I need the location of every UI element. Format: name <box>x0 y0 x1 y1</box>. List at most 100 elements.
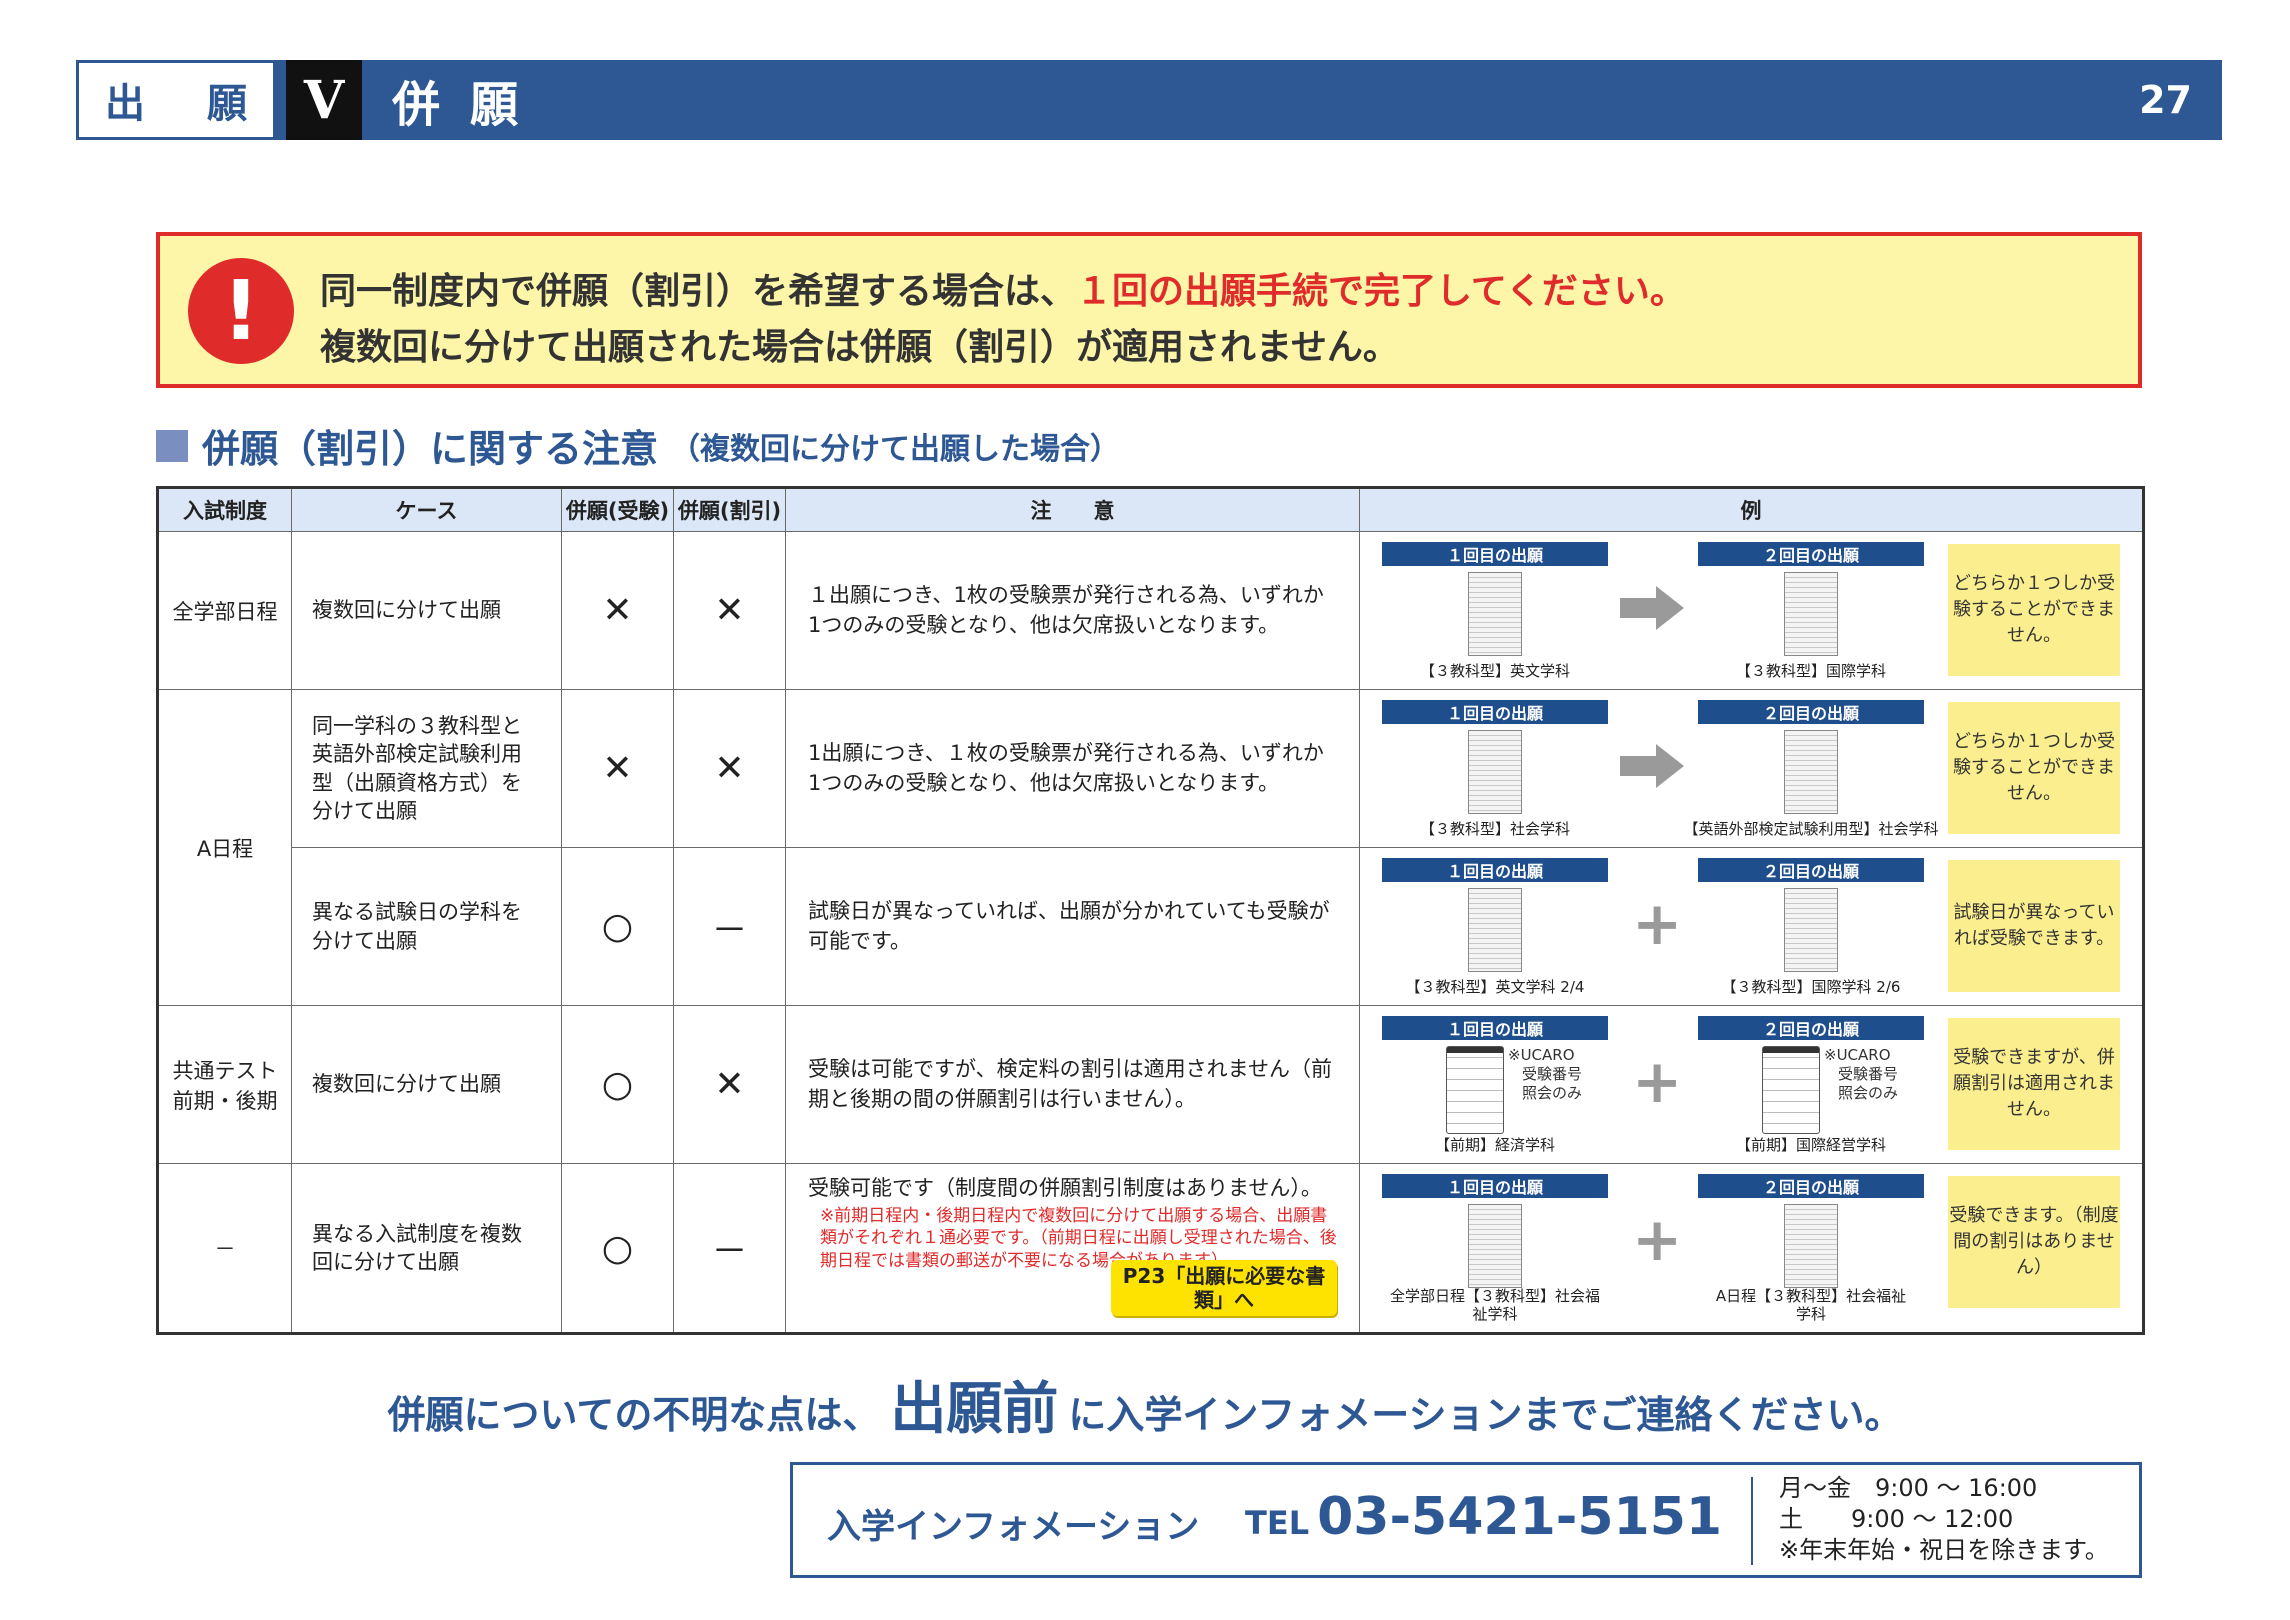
cell-system: A日程 <box>157 689 292 1006</box>
warning-line-1: 同一制度内で併願（割引）を希望する場合は、１回の出願手続で完了してください。 <box>320 262 1686 314</box>
header-discount: 併願(割引) <box>673 487 786 532</box>
warning-box: ! 同一制度内で併願（割引）を希望する場合は、１回の出願手続で完了してください。… <box>156 232 2142 388</box>
ucaro-line: 照会のみ <box>1838 1083 1899 1102</box>
cell-note: １出願につき、1枚の受験票が発行される為、いずれか1つのみの受験となり、他は欠席… <box>785 531 1360 690</box>
contact-box: 入学インフォメーション TEL 03-5421-5151 月～金 9:00 ～ 1… <box>790 1462 2142 1578</box>
plus-icon: + <box>1632 1205 1683 1275</box>
cell-example: １回目の出願 ※UCARO 受験番号 照会のみ 【前期】経済学科 + ２回目の出… <box>1359 1005 2144 1164</box>
phone-screen-icon <box>1762 1046 1820 1134</box>
first-application-tag: １回目の出願 <box>1382 858 1608 882</box>
document-icon <box>1784 730 1838 814</box>
tel-label: TEL <box>1245 1504 1310 1542</box>
cell-discount-mark: － <box>673 1163 786 1334</box>
footer-text-b: に入学インフォメーションまでご連絡ください。 <box>1068 1393 1903 1437</box>
first-application-tag: １回目の出願 <box>1382 542 1608 566</box>
cell-example: １回目の出願 【３教科型】英文学科 2/4 + ２回目の出願 【３教科型】国際学… <box>1359 847 2144 1006</box>
cell-exam-mark: ✕ <box>561 531 674 690</box>
warning-line-2: 複数回に分けて出願された場合は併願（割引）が適用されません。 <box>320 327 1399 368</box>
section-title: 併願（割引）に関する注意 <box>202 427 659 471</box>
second-application-tag: ２回目の出願 <box>1698 542 1924 566</box>
second-application-tag: ２回目の出願 <box>1698 1174 1924 1198</box>
caption-first: 【３教科型】英文学科 2/4 <box>1405 978 1585 997</box>
cell-discount-mark: ✕ <box>673 531 786 690</box>
footer-text-a: 併願についての不明な点は、 <box>387 1393 881 1437</box>
caption-first: 【前期】経済学科 <box>1434 1136 1555 1155</box>
cell-note: 受験は可能ですが、検定料の割引は適用されません（前期と後期の間の併願割引は行いま… <box>785 1005 1360 1164</box>
document-icon <box>1784 572 1838 656</box>
header-note: 注 意 <box>785 487 1360 532</box>
cell-example: １回目の出願 【３教科型】英文学科 ２回目の出願 【３教科型】国際学科 どちらか… <box>1359 531 2144 690</box>
warning-text-red: １回の出願手続で完了してください。 <box>1076 271 1686 312</box>
caption-first: 全学部日程【３教科型】社会福祉学科 <box>1390 1286 1601 1324</box>
arrow-right-icon <box>1620 744 1684 788</box>
table-row: A日程 同一学科の３教科型と英語外部検定試験利用型（出願資格方式）を分けて出願 … <box>157 689 2144 1006</box>
caption-first: 【３教科型】英文学科 <box>1419 662 1570 681</box>
document-icon <box>1468 572 1522 656</box>
table-row: － 異なる入試制度を複数回に分けて出願 ○ － 受験可能です（制度間の併願割引制… <box>157 1163 2144 1334</box>
cell-case: 複数回に分けて出願 <box>291 1005 562 1164</box>
page-23-link[interactable]: P23「出願に必要な書類」へ <box>1111 1260 1337 1316</box>
sticky-note: 試験日が異なっていれば受験できます。 <box>1948 860 2120 992</box>
header-system: 入試制度 <box>157 487 292 532</box>
hours-saturday: 土 9:00 ～ 12:00 <box>1779 1505 2014 1534</box>
cell-case: 異なる試験日の学科を分けて出願 <box>291 847 562 1006</box>
cell-discount-mark: ✕ <box>673 689 786 848</box>
hours-note: ※年末年始・祝日を除きます。 <box>1779 1536 2109 1565</box>
caption-second: 【３教科型】国際学科 <box>1735 662 1886 681</box>
cell-case: 同一学科の３教科型と英語外部検定試験利用型（出願資格方式）を分けて出願 <box>291 689 562 848</box>
document-icon <box>1468 1204 1522 1288</box>
contact-name: 入学インフォメーション <box>827 1507 1200 1547</box>
second-application-tag: ２回目の出願 <box>1698 1016 1924 1040</box>
table-row: 全学部日程 複数回に分けて出願 ✕ ✕ １出願につき、1枚の受験票が発行される為… <box>157 531 2144 690</box>
hours-weekday: 月～金 9:00 ～ 16:00 <box>1779 1474 2038 1502</box>
cell-discount-mark: ✕ <box>673 1005 786 1164</box>
caption-first: 【３教科型】社会学科 <box>1419 820 1570 839</box>
contact-tel[interactable]: TEL 03-5421-5151 <box>1245 1487 1722 1547</box>
cell-case: 複数回に分けて出願 <box>291 531 562 690</box>
cell-case: 異なる入試制度を複数回に分けて出願 <box>291 1163 562 1334</box>
sticky-note: どちらか１つしか受験することができません。 <box>1948 544 2120 676</box>
tel-number[interactable]: 03-5421-5151 <box>1317 1487 1722 1547</box>
divider <box>1751 1477 1753 1565</box>
cell-system: 全学部日程 <box>157 531 292 690</box>
cell-example: １回目の出願 全学部日程【３教科型】社会福祉学科 + ２回目の出願 A日程【３教… <box>1359 1163 2144 1334</box>
header-exam: 併願(受験) <box>561 487 674 532</box>
ucaro-line: ※UCARO <box>1824 1046 1891 1064</box>
page-title: 併願 <box>392 77 549 133</box>
cell-exam-mark: ○ <box>561 847 674 1006</box>
section-heading: 併願（割引）に関する注意 （複数回に分けて出願した場合） <box>156 418 1120 473</box>
cell-note: 受験可能です（制度間の併願割引制度はありません）。 ※前期日程内・後期日程内で複… <box>785 1163 1360 1334</box>
cell-discount-mark: － <box>673 847 786 1006</box>
ucaro-note: ※UCARO 受験番号 照会のみ <box>1508 1046 1582 1102</box>
sticky-note: 受験できますが、併願割引は適用されません。 <box>1948 1018 2120 1150</box>
footer-text-emphasis: 出願前 <box>890 1377 1059 1442</box>
document-icon <box>1468 888 1522 972</box>
header-category-box: 出 願 <box>76 60 276 140</box>
caption-second: 【前期】国際経営学科 <box>1735 1136 1886 1155</box>
ucaro-line: 受験番号 <box>1522 1064 1583 1083</box>
exclamation-icon: ! <box>188 258 294 364</box>
cell-system: 共通テスト前期・後期 <box>157 1005 292 1164</box>
document-icon <box>1784 888 1838 972</box>
caption-second: A日程【３教科型】社会福祉学科 <box>1715 1286 1907 1324</box>
table-row: 共通テスト前期・後期 複数回に分けて出願 ○ ✕ 受験は可能ですが、検定料の割引… <box>157 1005 2144 1164</box>
cell-exam-mark: ○ <box>561 1163 674 1334</box>
second-application-tag: ２回目の出願 <box>1698 858 1924 882</box>
cell-example: １回目の出願 【３教科型】社会学科 ２回目の出願 【英語外部検定試験利用型】社会… <box>1359 689 2144 848</box>
first-application-tag: １回目の出願 <box>1382 700 1608 724</box>
cell-exam-mark: ✕ <box>561 689 674 848</box>
ucaro-line: 照会のみ <box>1522 1083 1583 1102</box>
office-hours: 月～金 9:00 ～ 16:00 土 9:00 ～ 12:00 ※年末年始・祝日… <box>1779 1473 2109 1567</box>
plus-icon: + <box>1632 889 1683 959</box>
cell-note: 試験日が異なっていれば、出願が分かれていても受験が可能です。 <box>785 847 1360 1006</box>
cell-note: 1出願につき、１枚の受験票が発行される為、いずれか1つのみの受験となり、他は欠席… <box>785 689 1360 848</box>
note-main: 受験可能です（制度間の併願割引制度はありません）。 <box>808 1176 1322 1200</box>
sticky-note: 受験できます。（制度間の割引はありません） <box>1948 1176 2120 1308</box>
plus-icon: + <box>1632 1047 1683 1117</box>
document-icon <box>1784 1204 1838 1288</box>
cell-exam-mark: ○ <box>561 1005 674 1164</box>
caution-table: 入試制度 ケース 併願(受験) 併願(割引) 注 意 例 全学部日程 複数回に分… <box>156 486 2145 1335</box>
arrow-right-icon <box>1620 586 1684 630</box>
section-number: V <box>286 60 362 140</box>
second-application-tag: ２回目の出願 <box>1698 700 1924 724</box>
